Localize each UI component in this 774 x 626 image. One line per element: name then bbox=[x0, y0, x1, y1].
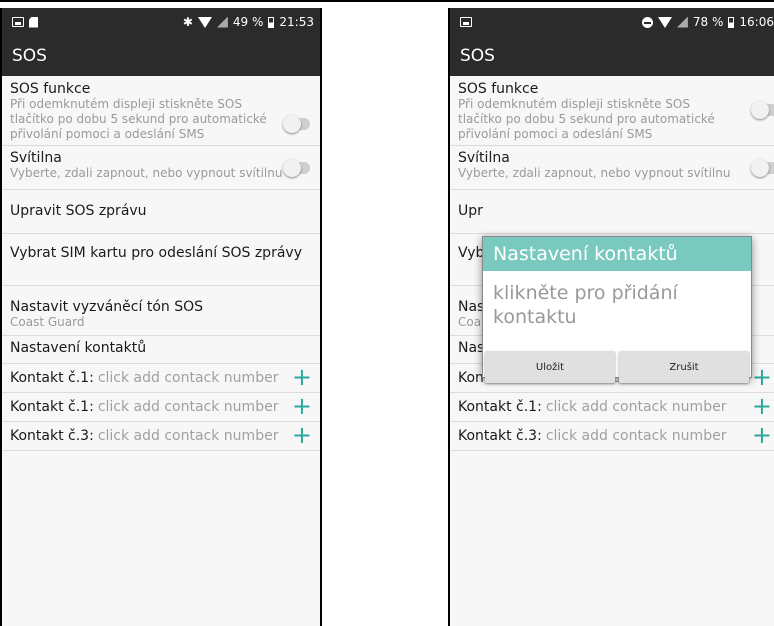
image-notification-icon bbox=[460, 17, 472, 27]
setting-torch[interactable]: Svítilna Vyberte, zdali zapnout, nebo vy… bbox=[450, 146, 774, 190]
setting-title: Svítilna bbox=[10, 150, 62, 166]
wifi-icon bbox=[657, 16, 672, 28]
setting-description: Vyberte, zdali zapnout, nebo vypnout sví… bbox=[458, 166, 731, 180]
setting-edit-sos-message[interactable]: Upr bbox=[450, 190, 774, 234]
battery-percent: 78 % bbox=[692, 15, 724, 29]
contact-placeholder: click add contack number bbox=[545, 428, 727, 444]
setting-description: Při odemknutém displeji stiskněte SOS bbox=[458, 97, 690, 111]
setting-description: přivolání pomoci a odeslání SMS bbox=[458, 127, 653, 141]
contact-label: Kontakt č.3: bbox=[10, 428, 94, 444]
dialog-title: Nastavení kontaktů bbox=[483, 237, 751, 271]
contact-row-3[interactable]: Kontakt č.3: click add contack number + bbox=[2, 422, 320, 451]
torch-toggle[interactable] bbox=[751, 159, 774, 177]
bluetooth-icon: ✱ bbox=[182, 15, 193, 29]
clock: 16:06 bbox=[739, 15, 774, 29]
contact-placeholder: click add contack number bbox=[97, 370, 279, 386]
setting-description: Coast Guard bbox=[10, 315, 85, 329]
setting-sos-function[interactable]: SOS funkce Při odemknutém displeji stisk… bbox=[450, 76, 774, 146]
wifi-icon bbox=[197, 16, 212, 28]
add-contact-icon[interactable]: + bbox=[292, 423, 312, 447]
setting-edit-sos-message[interactable]: Upravit SOS zprávu bbox=[2, 190, 320, 234]
signal-icon bbox=[676, 16, 688, 28]
setting-select-sim[interactable]: Vybrat SIM kartu pro odeslání SOS zprávy bbox=[2, 234, 320, 286]
clock: 21:53 bbox=[279, 15, 314, 29]
contact-placeholder: click add contack number bbox=[97, 399, 279, 415]
contact-placeholder: click add contack number bbox=[545, 399, 727, 415]
contact-row-2[interactable]: Kontakt č.1: click add contack number + bbox=[2, 393, 320, 422]
add-contact-icon[interactable]: + bbox=[292, 394, 312, 418]
contact-row-2[interactable]: Kontakt č.1: click add contack number + bbox=[450, 393, 774, 422]
do-not-disturb-icon bbox=[641, 16, 653, 28]
status-bar: ✱ 49 % 21:53 bbox=[2, 8, 320, 36]
phone-screen-right: 78 % 16:06 SOS SOS funkce Při odemknutém… bbox=[448, 8, 774, 626]
app-title: SOS bbox=[460, 46, 495, 66]
battery-icon bbox=[268, 16, 275, 28]
contact-row-3[interactable]: Kontakt č.3: click add contack number + bbox=[450, 422, 774, 451]
setting-description: tlačítko po dobu 5 sekund pro automatick… bbox=[10, 112, 267, 126]
status-bar: 78 % 16:06 bbox=[450, 8, 774, 36]
contacts-settings-header: Nastavení kontaktů bbox=[2, 336, 320, 364]
setting-title: SOS funkce bbox=[458, 81, 539, 97]
app-bar: SOS bbox=[2, 36, 320, 76]
top-rule bbox=[0, 0, 774, 2]
phone-screen-left: ✱ 49 % 21:53 SOS SOS funkce Při odemknut… bbox=[0, 8, 322, 626]
signal-icon bbox=[216, 16, 228, 28]
contact-row-1[interactable]: Kontakt č.1: click add contack number + bbox=[2, 364, 320, 393]
cancel-button[interactable]: Zrušit bbox=[619, 351, 749, 383]
dialog-buttons: Uložit Zrušit bbox=[483, 333, 751, 383]
setting-title: Upr bbox=[458, 203, 483, 219]
setting-sos-ringtone[interactable]: Nastavit vyzváněcí tón SOS Coast Guard bbox=[2, 286, 320, 336]
battery-icon bbox=[728, 16, 735, 28]
setting-title: Vybrat SIM kartu pro odeslání SOS zprávy bbox=[10, 245, 302, 261]
dialog-message-line: kontaktu bbox=[493, 306, 577, 328]
image-notification-icon bbox=[12, 17, 24, 27]
setting-description: Při odemknutém displeji stiskněte SOS bbox=[10, 97, 242, 111]
save-button[interactable]: Uložit bbox=[485, 351, 615, 383]
setting-sos-function[interactable]: SOS funkce Při odemknutém displeji stisk… bbox=[2, 76, 320, 146]
contacts-settings-dialog: Nastavení kontaktů klikněte pro přidání … bbox=[482, 236, 752, 383]
dialog-message[interactable]: klikněte pro přidání kontaktu bbox=[483, 271, 751, 333]
add-contact-icon[interactable]: + bbox=[752, 394, 772, 418]
setting-torch[interactable]: Svítilna Vyberte, zdali zapnout, nebo vy… bbox=[2, 146, 320, 190]
sd-card-icon bbox=[29, 16, 38, 28]
add-contact-icon[interactable]: + bbox=[752, 365, 772, 389]
dialog-message-line: klikněte pro přidání bbox=[493, 282, 678, 304]
setting-description: Vyberte, zdali zapnout, nebo vypnout sví… bbox=[10, 166, 283, 180]
contact-label: Kontakt č.1: bbox=[10, 399, 94, 415]
setting-description: přivolání pomoci a odeslání SMS bbox=[10, 127, 205, 141]
sos-toggle[interactable] bbox=[283, 115, 310, 133]
contact-placeholder: click add contack number bbox=[97, 428, 279, 444]
section-title: Nastavení kontaktů bbox=[10, 340, 147, 356]
setting-title: Svítilna bbox=[458, 150, 510, 166]
setting-description: tlačítko po dobu 5 sekund pro automatick… bbox=[458, 112, 715, 126]
add-contact-icon[interactable]: + bbox=[752, 423, 772, 447]
setting-title: Nastavit vyzváněcí tón SOS bbox=[10, 299, 204, 315]
contact-label: Kontakt č.1: bbox=[458, 399, 542, 415]
add-contact-icon[interactable]: + bbox=[292, 365, 312, 389]
app-bar: SOS bbox=[450, 36, 774, 76]
torch-toggle[interactable] bbox=[283, 159, 310, 177]
setting-title: SOS funkce bbox=[10, 81, 91, 97]
contact-label: Kontakt č.3: bbox=[458, 428, 542, 444]
battery-percent: 49 % bbox=[232, 15, 264, 29]
sos-toggle[interactable] bbox=[751, 101, 774, 119]
app-title: SOS bbox=[12, 46, 47, 66]
setting-title: Upravit SOS zprávu bbox=[10, 203, 147, 219]
contact-label: Kontakt č.1: bbox=[10, 370, 94, 386]
